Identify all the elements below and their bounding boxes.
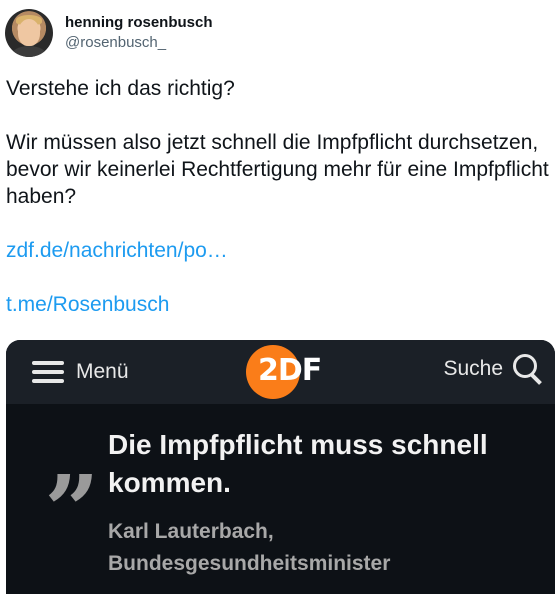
hamburger-icon: [32, 361, 64, 383]
zdf-nav-bar: Menü 2DF Suche: [6, 340, 555, 404]
menu-button: Menü: [32, 360, 129, 384]
author-handle[interactable]: @rosenbusch_: [65, 33, 213, 53]
quote-text: Die Impfpflicht muss schnell kommen.: [108, 429, 488, 498]
tweet-media-image[interactable]: Menü 2DF Suche „ Die Impfpflicht muss sc…: [6, 340, 555, 594]
telegram-link[interactable]: t.me/Rosenbusch: [6, 293, 169, 316]
tweet-paragraph: Verstehe ich das richtig?: [6, 77, 235, 100]
avatar[interactable]: [5, 9, 53, 57]
menu-label: Menü: [76, 360, 129, 383]
quote-author: Karl Lauterbach, Bundesgesundheitsminist…: [108, 516, 548, 580]
author-display-name[interactable]: henning rosenbusch: [65, 13, 213, 33]
quote-author-name: Karl Lauterbach,: [108, 520, 274, 543]
author-names: henning rosenbusch @rosenbusch_: [65, 13, 213, 53]
quote-author-title: Bundesgesundheitsminister: [108, 552, 391, 575]
tweet-text: Verstehe ich das richtig? Wir müssen als…: [6, 75, 551, 318]
search-button: Suche: [443, 354, 543, 385]
zdf-logo-text: 2DF: [258, 353, 322, 388]
tweet-paragraph: Wir müssen also jetzt schnell die Impfpf…: [6, 131, 549, 208]
search-label: Suche: [443, 357, 503, 380]
quote-mark-icon: „: [46, 399, 102, 512]
search-icon: [513, 354, 543, 385]
zdf-link[interactable]: zdf.de/nachrichten/po…: [6, 239, 228, 262]
tweet-header: henning rosenbusch @rosenbusch_: [5, 9, 213, 57]
